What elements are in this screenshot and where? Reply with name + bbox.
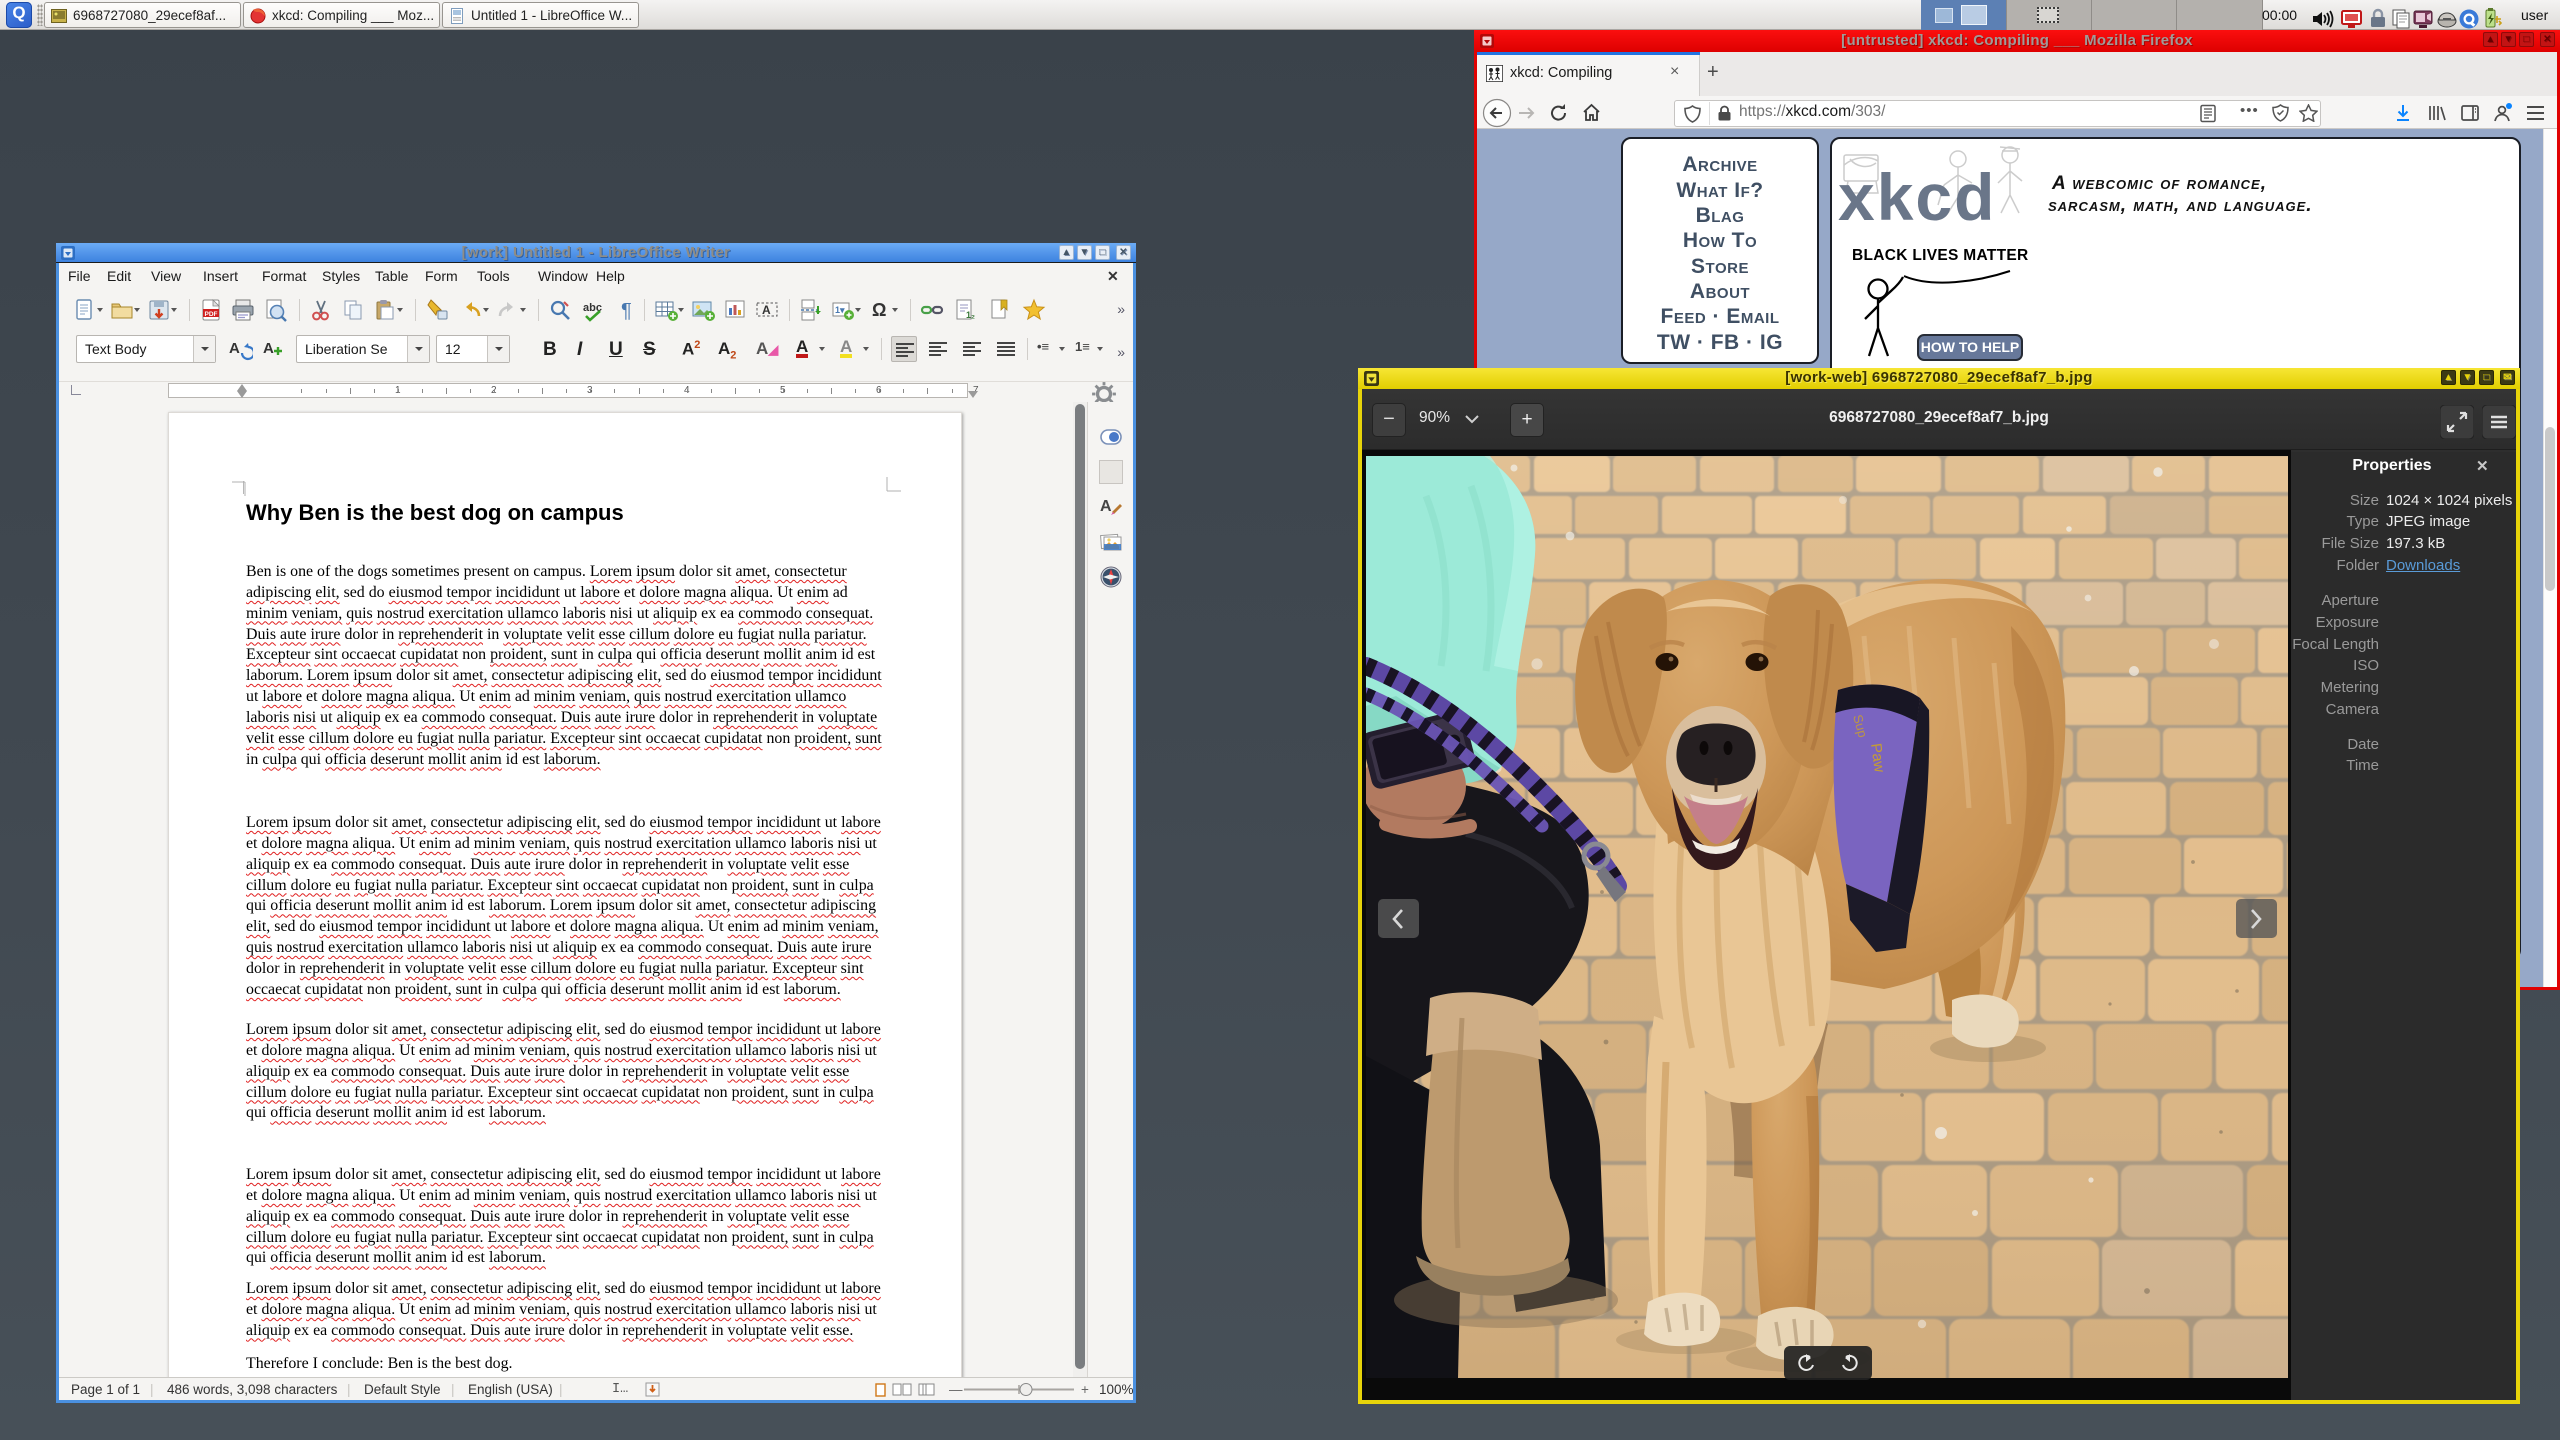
svg-text:A: A xyxy=(1100,498,1112,515)
svg-text:¶: ¶ xyxy=(621,300,632,322)
svg-text:A: A xyxy=(229,340,240,357)
svg-text:1▾: 1▾ xyxy=(835,305,845,315)
svg-text:PDF: PDF xyxy=(205,311,218,318)
svg-text:1₂: 1₂ xyxy=(966,310,975,320)
svg-text:Ω: Ω xyxy=(872,300,886,320)
svg-text:A: A xyxy=(762,303,771,317)
svg-text:A: A xyxy=(263,340,274,357)
